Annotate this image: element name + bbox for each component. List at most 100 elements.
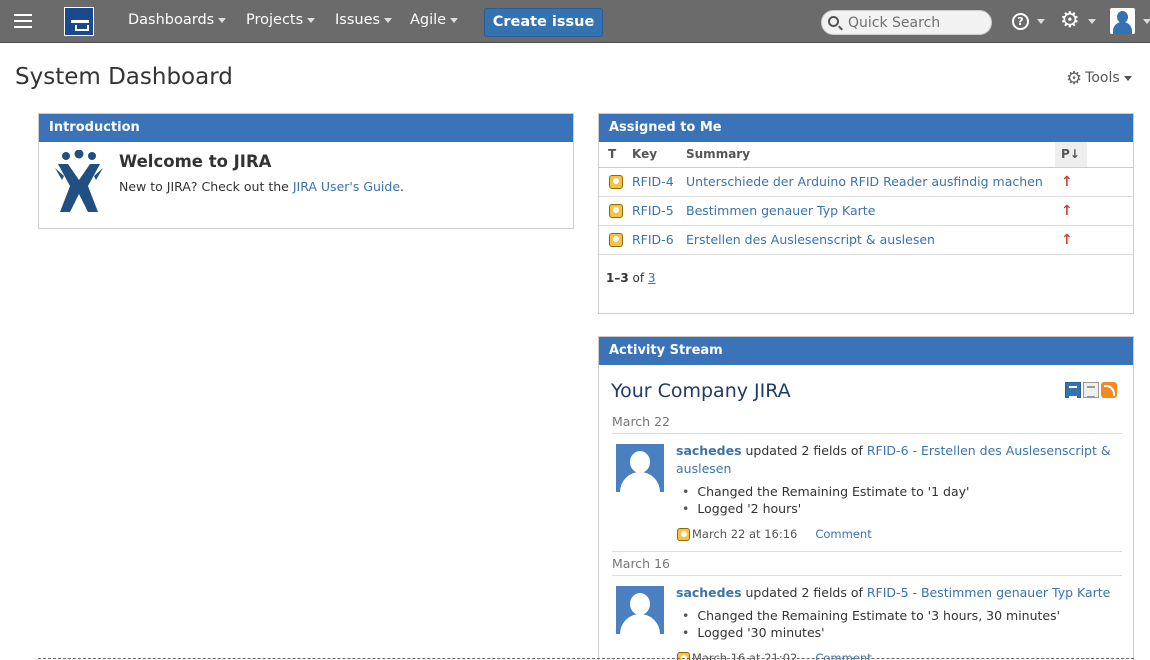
- list-view-icon[interactable]: [1065, 382, 1081, 398]
- issue-key-link[interactable]: RFID-6: [632, 232, 674, 247]
- pagination-range: 1–3: [606, 271, 629, 285]
- jira-logo: [55, 150, 103, 212]
- pagination: 1–3 of 3: [606, 271, 656, 285]
- comment-link[interactable]: Comment: [815, 527, 871, 541]
- user-link[interactable]: sachedes: [676, 443, 742, 458]
- nav-dashboards[interactable]: Dashboards: [128, 12, 227, 28]
- change-list: Changed the Remaining Estimate to '1 day…: [682, 483, 969, 517]
- issue-summary-cell: Bestimmen genauer Typ Karte: [686, 196, 1055, 226]
- dashboard-drop-zone-border: [38, 658, 1134, 659]
- story-icon: [677, 528, 690, 541]
- nav-agile[interactable]: Agile: [410, 12, 459, 28]
- story-icon: [609, 204, 623, 219]
- welcome-text-prefix: New to JIRA? Check out the: [119, 179, 293, 194]
- search-icon: [828, 16, 839, 27]
- user-guide-link[interactable]: JIRA User's Guide: [293, 179, 400, 194]
- column-header-summary[interactable]: Summary: [686, 142, 1055, 168]
- spacer-cell: [1087, 167, 1133, 197]
- table-row: RFID-4 Unterschiede der Arduino RFID Rea…: [599, 167, 1133, 197]
- table-row: RFID-5 Bestimmen genauer Typ Karte ↑: [599, 196, 1133, 226]
- nav-projects[interactable]: Projects: [246, 12, 316, 28]
- pagination-total-link[interactable]: 3: [648, 271, 656, 285]
- chevron-down-icon: [1037, 19, 1045, 24]
- avatar[interactable]: [616, 586, 664, 634]
- tools-menu[interactable]: ⚙ Tools: [1066, 68, 1132, 89]
- column-header-type[interactable]: T: [599, 142, 632, 168]
- gadget-title[interactable]: Introduction: [39, 114, 573, 142]
- column-header-key[interactable]: Key: [632, 142, 686, 168]
- assigned-issues-table: T Key Summary P↓ RFID-4 Unterschiede der…: [599, 142, 1133, 255]
- activity-stream-gadget: Activity Stream Your Company JIRA March …: [598, 336, 1134, 660]
- issue-summary-link[interactable]: Erstellen des Auslesenscript & auslesen: [686, 232, 935, 247]
- nav-agile-label: Agile: [410, 12, 447, 28]
- nav-issues[interactable]: Issues: [335, 12, 393, 28]
- nav-projects-label: Projects: [246, 12, 304, 28]
- issue-key-cell: RFID-4: [632, 167, 686, 197]
- issue-type-cell: [599, 167, 632, 197]
- column-header-spacer: [1087, 142, 1133, 168]
- chevron-down-icon: [1143, 19, 1150, 24]
- tools-label: Tools: [1085, 70, 1120, 86]
- avatar[interactable]: [616, 444, 664, 492]
- activity-entry-text: sachedes updated 2 fields of RFID-5 - Be…: [676, 584, 1116, 602]
- help-icon[interactable]: ?: [1012, 13, 1029, 30]
- activity-entry-text: sachedes updated 2 fields of RFID-6 - Er…: [676, 442, 1116, 478]
- welcome-text: New to JIRA? Check out the JIRA User's G…: [119, 179, 404, 194]
- issue-summary-link[interactable]: Bestimmen genauer Typ Karte: [686, 203, 875, 218]
- table-header-row: T Key Summary P↓: [599, 142, 1133, 168]
- activity-timestamp: March 22 at 16:16: [692, 527, 798, 541]
- gear-icon[interactable]: ⚙: [1060, 10, 1080, 32]
- issue-summary-link[interactable]: Unterschiede der Arduino RFID Reader aus…: [686, 174, 1043, 189]
- divider: [612, 551, 1122, 552]
- change-list: Changed the Remaining Estimate to '3 hou…: [682, 607, 1060, 641]
- chevron-down-icon: [307, 17, 316, 23]
- divider: [612, 433, 1122, 434]
- stream-view-icons: [1065, 382, 1119, 398]
- issue-type-cell: [599, 225, 632, 255]
- user-avatar[interactable]: [1110, 8, 1135, 34]
- issue-type-cell: [599, 196, 632, 226]
- gadget-title[interactable]: Assigned to Me: [599, 114, 1133, 142]
- activity-action: updated 2 fields of: [741, 585, 867, 600]
- app-logo[interactable]: [64, 7, 94, 36]
- activity-meta: March 22 at 16:16 Comment: [677, 527, 872, 541]
- spacer-cell: [1087, 196, 1133, 226]
- quick-search-input[interactable]: [848, 13, 988, 32]
- user-link[interactable]: sachedes: [676, 585, 742, 600]
- compact-view-icon[interactable]: [1083, 382, 1099, 398]
- column-header-priority[interactable]: P↓: [1055, 142, 1087, 168]
- stream-title: Your Company JIRA: [611, 380, 791, 402]
- welcome-title: Welcome to JIRA: [119, 152, 272, 171]
- activity-date: March 22: [612, 414, 670, 429]
- gadget-title[interactable]: Activity Stream: [599, 337, 1133, 365]
- list-item: Changed the Remaining Estimate to '1 day…: [682, 483, 969, 500]
- story-icon: [609, 175, 623, 190]
- chevron-down-icon: [384, 17, 393, 23]
- list-item: Logged '2 hours': [682, 500, 969, 517]
- chevron-down-icon: [218, 17, 227, 23]
- issue-key-cell: RFID-5: [632, 196, 686, 226]
- quick-search[interactable]: [821, 10, 992, 35]
- page-title: System Dashboard: [15, 64, 233, 90]
- list-item: Changed the Remaining Estimate to '3 hou…: [682, 607, 1060, 624]
- chevron-down-icon: [1088, 19, 1096, 24]
- list-item: Logged '30 minutes': [682, 624, 1060, 641]
- welcome-text-suffix: .: [400, 179, 405, 194]
- issue-key-link[interactable]: RFID-4: [632, 174, 674, 189]
- story-icon: [609, 233, 623, 248]
- rss-icon[interactable]: [1101, 382, 1117, 398]
- issue-link[interactable]: RFID-5 - Bestimmen genauer Typ Karte: [867, 585, 1111, 600]
- table-row: RFID-6 Erstellen des Auslesenscript & au…: [599, 225, 1133, 255]
- pagination-of: of: [628, 271, 648, 285]
- activity-action: updated 2 fields of: [741, 443, 867, 458]
- introduction-gadget: Introduction Welcome to JIRA New to JIRA…: [38, 113, 574, 229]
- assigned-to-me-gadget: Assigned to Me T Key Summary P↓ RFID-4 U…: [598, 113, 1134, 314]
- issue-key-link[interactable]: RFID-5: [632, 203, 674, 218]
- chevron-down-icon: [1123, 75, 1132, 81]
- spacer-cell: [1087, 225, 1133, 255]
- issue-summary-cell: Unterschiede der Arduino RFID Reader aus…: [686, 167, 1055, 197]
- menu-icon[interactable]: [14, 14, 32, 28]
- issue-key-cell: RFID-6: [632, 225, 686, 255]
- create-issue-button[interactable]: Create issue: [484, 8, 603, 37]
- gear-icon: ⚙: [1066, 68, 1083, 89]
